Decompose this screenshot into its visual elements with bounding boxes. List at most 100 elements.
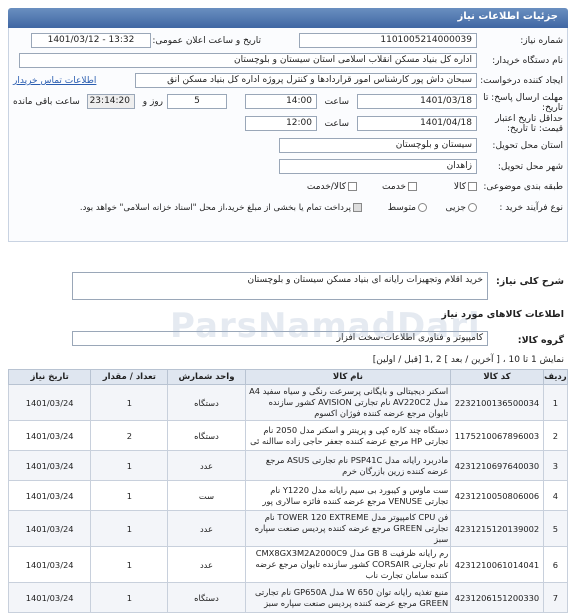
service-checkbox[interactable] — [408, 182, 417, 191]
cell-code: 4231215120139002 — [450, 510, 544, 547]
cell-unit: دستگاه — [167, 582, 246, 613]
goods-checkbox[interactable] — [468, 182, 477, 191]
table-row[interactable]: 5 4231215120139002 فن CPU کامپیوتر مدل TOW… — [7, 510, 569, 547]
category-goods-option[interactable]: کالا — [454, 182, 477, 192]
purchase-medium-option[interactable]: متوسط — [388, 203, 427, 213]
description-label: شرح کلی نیاز: — [495, 276, 564, 287]
cell-qty: 1 — [90, 450, 169, 481]
cell-row: 6 — [542, 546, 569, 583]
cell-date: 1401/03/24 — [7, 384, 92, 421]
reply-time-label: ساعت — [324, 97, 350, 107]
cell-date: 1401/03/24 — [7, 420, 92, 451]
days-field: 5 — [167, 94, 227, 109]
description-field: خرید اقلام وتجهیزات رایانه ای بنیاد مسکن… — [72, 272, 488, 300]
cell-qty: 2 — [90, 420, 169, 451]
goods-table: ردیف کد کالا نام کالا واحد شمارش تعداد /… — [7, 369, 569, 613]
cell-name: رم رایانه ظرفیت 8 GB مدل CMX8GX3M2A2000C… — [244, 546, 452, 583]
city-field: زاهدان — [279, 159, 477, 174]
col-unit: واحد شمارش — [167, 369, 246, 385]
table-row[interactable]: 7 4231206151200330 منبع تغذیه رایانه توان … — [7, 582, 569, 613]
cell-code: 4231210697640030 — [450, 450, 544, 481]
cell-row: 5 — [542, 510, 569, 547]
cell-name: فن CPU کامپیوتر مدل TOWER 120 EXTREME نا… — [244, 510, 452, 547]
remaining-time-field: 23:14:20 — [87, 94, 135, 109]
cell-row: 2 — [542, 420, 569, 451]
pagination[interactable]: نمایش 1 تا 10 ، [ آخرین / بعد ] 2 ,1 [قب… — [373, 355, 564, 365]
cell-unit: ست — [167, 480, 246, 511]
cell-date: 1401/03/24 — [7, 480, 92, 511]
validity-time-field: 12:00 — [245, 116, 317, 131]
table-row[interactable]: 6 4231210061014041 رم رایانه ظرفیت 8 GB مد… — [7, 546, 569, 583]
table-row[interactable]: 3 4231210697640030 مادربرد رایانه مدل PSP4… — [7, 450, 569, 481]
cell-unit: دستگاه — [167, 384, 246, 421]
page-header: جزئیات اطلاعات نیاز — [8, 8, 568, 28]
category-label: طبقه بندی موضوعی: — [483, 182, 563, 192]
cell-date: 1401/03/24 — [7, 546, 92, 583]
cell-name: ست ماوس و کیبورد بی سیم رایانه مدل Y1220… — [244, 480, 452, 511]
payment-checkbox[interactable] — [353, 203, 362, 212]
cell-date: 1401/03/24 — [7, 450, 92, 481]
reply-time-field: 14:00 — [245, 94, 317, 109]
table-header-row: ردیف کد کالا نام کالا واحد شمارش تعداد /… — [7, 369, 569, 385]
category-service-option[interactable]: خدمت — [382, 182, 417, 192]
province-field: سیستان و بلوچستان — [279, 138, 477, 153]
cell-code: 4231210050806006 — [450, 480, 544, 511]
medium-radio[interactable] — [418, 203, 427, 212]
announce-label: تاریخ و ساعت اعلان عمومی: — [152, 36, 261, 46]
need-number-label: شماره نیاز: — [520, 36, 563, 46]
buyer-org-label: نام دستگاه خریدار: — [492, 56, 563, 66]
cell-unit: دستگاه — [167, 420, 246, 451]
province-label: استان محل تحویل: — [492, 141, 563, 151]
cell-unit: عدد — [167, 510, 246, 547]
col-qty: تعداد / مقدار — [90, 369, 169, 385]
cell-name: مادربرد رایانه مدل PSP41C نام تجارتی ASU… — [244, 450, 452, 481]
partial-radio[interactable] — [468, 203, 477, 212]
announce-field: 1401/03/12 - 13:32 — [31, 33, 151, 48]
cell-row: 7 — [542, 582, 569, 613]
creator-field: سبحان داش پور کارشناس امور قراردادها و ک… — [135, 73, 477, 88]
col-code: کد کالا — [450, 369, 544, 385]
validity-date-field: 1401/04/18 — [357, 116, 477, 131]
cell-qty: 1 — [90, 582, 169, 613]
cell-code: 4231210061014041 — [450, 546, 544, 583]
cell-name: منبع تغذیه رایانه توان 650 W مدل GP650A … — [244, 582, 452, 613]
reply-date-field: 1401/03/18 — [357, 94, 477, 109]
table-row[interactable]: 1 2232100136500034 اسکنر دیجیتالی و بایگان… — [7, 384, 569, 421]
city-label: شهر محل تحویل: — [497, 162, 563, 172]
cell-row: 4 — [542, 480, 569, 511]
info-panel: شماره نیاز: 1101005214000039 تاریخ و ساع… — [8, 28, 568, 242]
table-row[interactable]: 4 4231210050806006 ست ماوس و کیبورد بی سیم… — [7, 480, 569, 511]
category-both-option[interactable]: کالا/خدمت — [307, 182, 357, 192]
validity-label: حداقل تاریخ اعتبار قیمت: تا تاریخ: — [495, 114, 563, 134]
both-checkbox[interactable] — [348, 182, 357, 191]
need-number-field: 1101005214000039 — [299, 33, 477, 48]
purchase-type-label: نوع فرآیند خرید : — [499, 203, 563, 213]
contact-info-link[interactable]: اطلاعات تماس خریدار — [13, 76, 96, 86]
cell-unit: عدد — [167, 546, 246, 583]
cell-qty: 1 — [90, 480, 169, 511]
cell-name: دستگاه چند کاره کپی و پرینتر و اسکنر مدل… — [244, 420, 452, 451]
goods-group-label: گروه کالا: — [517, 335, 564, 346]
cell-code: 1175210067896003 — [450, 420, 544, 451]
payment-note: پرداخت تمام یا بخشی از مبلغ خرید،از محل … — [80, 203, 362, 213]
remaining-label: ساعت باقی مانده — [13, 97, 80, 107]
cell-qty: 1 — [90, 546, 169, 583]
purchase-partial-option[interactable]: جزیی — [445, 203, 477, 213]
buyer-org-field: اداره کل بنیاد مسکن انقلاب اسلامی استان … — [19, 53, 477, 68]
cell-code: 4231206151200330 — [450, 582, 544, 613]
validity-time-label: ساعت — [324, 119, 350, 129]
cell-date: 1401/03/24 — [7, 582, 92, 613]
col-name: نام کالا — [244, 369, 452, 385]
table-body: 1 2232100136500034 اسکنر دیجیتالی و بایگان… — [7, 384, 569, 613]
cell-date: 1401/03/24 — [7, 510, 92, 547]
col-row: ردیف — [542, 369, 569, 385]
cell-qty: 1 — [90, 384, 169, 421]
reply-deadline-label: مهلت ارسال پاسخ: تا تاریخ: — [483, 93, 563, 113]
table-row[interactable]: 2 1175210067896003 دستگاه چند کاره کپی و پ… — [7, 420, 569, 451]
cell-qty: 1 — [90, 510, 169, 547]
cell-unit: عدد — [167, 450, 246, 481]
cell-name: اسکنر دیجیتالی و بایگانی پرسرعت رنگی و س… — [244, 384, 452, 421]
col-date: تاریخ نیاز — [7, 369, 92, 385]
creator-label: ایجاد کننده درخواست: — [480, 76, 563, 86]
cell-code: 2232100136500034 — [450, 384, 544, 421]
